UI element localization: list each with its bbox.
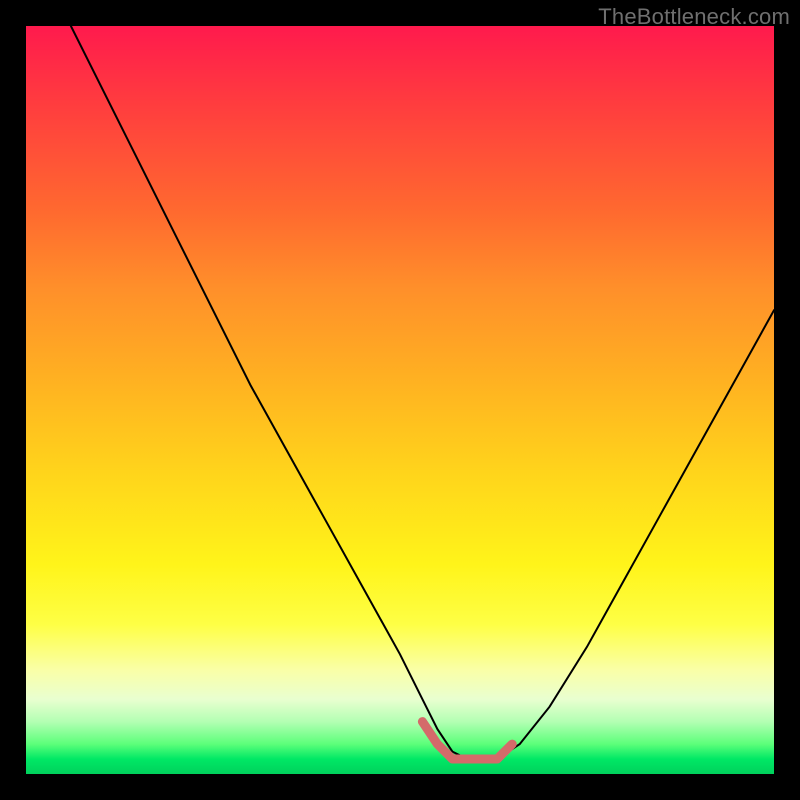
- main-curve: [71, 26, 774, 759]
- watermark-text: TheBottleneck.com: [598, 4, 790, 30]
- curve-layer: [26, 26, 774, 774]
- plot-area: [26, 26, 774, 774]
- chart-frame: TheBottleneck.com: [0, 0, 800, 800]
